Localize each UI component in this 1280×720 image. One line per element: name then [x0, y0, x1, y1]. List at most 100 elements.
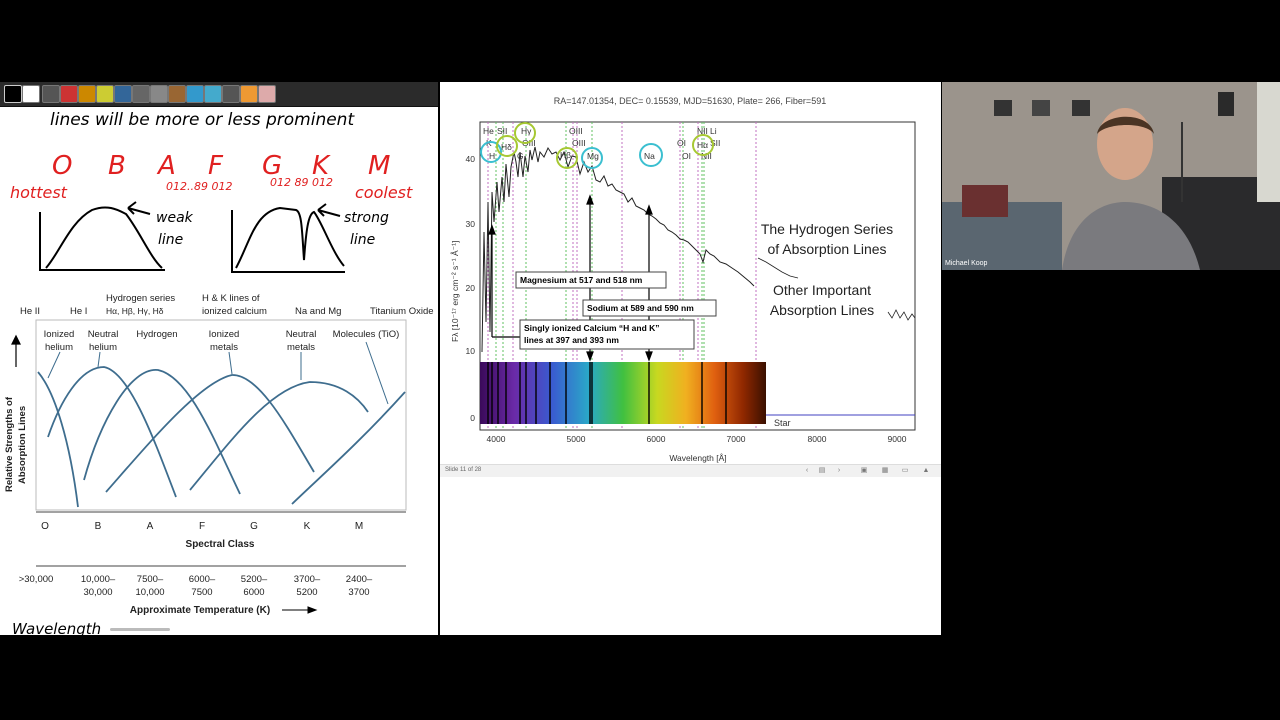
y-tick-20: 20: [466, 283, 476, 293]
star-label: Star: [774, 418, 791, 428]
letter-b: B: [108, 151, 126, 181]
weak-line-label: line: [158, 232, 183, 248]
spectrum-x-ticks: 4000 5000 6000 7000 8000 9000: [487, 434, 907, 444]
curve-label-ionized-he-2: helium: [45, 342, 73, 353]
normal-view-icon[interactable]: ▣: [860, 467, 868, 475]
x-tick-4000: 4000: [487, 434, 506, 444]
top-label-hseries: Hydrogen series: [106, 293, 175, 304]
y-tick-0: 0: [470, 413, 475, 423]
spectrum-x-label: Wavelength [Å]: [669, 453, 726, 463]
spectrum-y-ticks: 0 10 20 30 40: [466, 154, 476, 423]
cutoff-note: Wavelength: [12, 620, 101, 635]
notes-top-text: lines will be more or less prominent: [50, 110, 355, 130]
id-h: H: [489, 151, 495, 161]
notes-panel[interactable]: lines will be more or less prominent O B…: [0, 82, 438, 635]
slide-status-bar: Slide 11 of 28 ‹ ▤ › ▣ ▦ ▭ ▲: [440, 464, 941, 477]
temp-b-bottom: 30,000: [83, 587, 112, 598]
absorption-chart: He II He I Hydrogen series Hα, Hβ, Hγ, H…: [20, 293, 434, 317]
y-axis-label-2: Absorption Lines: [17, 406, 28, 484]
class-a: A: [147, 521, 154, 532]
class-m: M: [355, 521, 363, 532]
x-tick-9000: 9000: [888, 434, 907, 444]
class-f: F: [199, 521, 205, 532]
webcam-feed: Michael Koop: [942, 82, 1280, 270]
subclass-note-b: 012 89 012: [270, 176, 333, 189]
id-mg: Mg: [587, 151, 599, 161]
next-slide-icon[interactable]: ›: [835, 467, 843, 475]
temperature-arrow: [282, 606, 318, 614]
weak-line-sketch: [39, 201, 165, 271]
temp-k-top: 3700–: [294, 574, 321, 585]
temp-g-top: 5200–: [241, 574, 268, 585]
curve-label-neutral-he-1: Neutral: [88, 329, 119, 340]
y-axis-arrow: [11, 334, 21, 367]
other-lines-note-1: Other Important: [773, 282, 871, 298]
spectrum-header: RA=147.01354, DEC= 0.15539, MJD=51630, P…: [554, 96, 826, 106]
id-hgamma: Hγ: [521, 126, 532, 136]
temp-o-top: >30,000: [19, 574, 54, 585]
curve-label-ionized-metals-1: Ionized: [209, 329, 240, 340]
temp-m-top: 2400–: [346, 574, 373, 585]
top-label-hseries-sub: Hα, Hβ, Hγ, Hδ: [106, 306, 164, 316]
callout-ca-1: Singly ionized Calcium “H and K”: [524, 323, 660, 333]
participant-name: Michael Koop: [945, 260, 988, 267]
slide-indicator: Slide 11 of 28: [445, 467, 482, 473]
curve-label-neutral-metals-2: metals: [287, 342, 315, 353]
temp-a-bottom: 10,000: [135, 587, 164, 598]
temp-b-top: 10,000–: [81, 574, 116, 585]
scrollbar-thumb[interactable]: [110, 628, 170, 631]
top-label-he1: He I: [70, 306, 87, 317]
slide-sorter-icon[interactable]: ▦: [881, 467, 889, 475]
temp-g-bottom: 6000: [243, 587, 264, 598]
hottest-label: hottest: [10, 183, 68, 202]
curve-label-ionized-he-1: Ionized: [44, 329, 75, 340]
letter-o: O: [52, 151, 72, 181]
spectrum-slide: RA=147.01354, DEC= 0.15539, MJD=51630, P…: [450, 96, 916, 463]
id-he: He: [483, 126, 494, 136]
temperature-label: Approximate Temperature (K): [130, 605, 270, 616]
curve-label-ionized-metals-2: metals: [210, 342, 238, 353]
callout-mg: Magnesium at 517 and 518 nm: [520, 275, 643, 285]
id-hdelta: Hδ: [501, 142, 512, 152]
hydrogen-series-note-2: of Absorption Lines: [767, 241, 886, 257]
class-ticks: O B A F G K M: [41, 521, 363, 532]
coolest-label: coolest: [355, 183, 413, 202]
y-tick-10: 10: [466, 346, 476, 356]
temp-m-bottom: 3700: [348, 587, 369, 598]
other-lines-note-2: Absorption Lines: [770, 302, 874, 318]
class-k: K: [304, 521, 311, 532]
callout-ca-2: lines at 397 and 393 nm: [524, 335, 619, 345]
class-g: G: [250, 521, 258, 532]
hydrogen-series-note-1: The Hydrogen Series: [761, 221, 893, 237]
id-hbeta: Hβ: [560, 150, 571, 160]
curve-label-neutral-he-2: helium: [89, 342, 117, 353]
class-o: O: [41, 521, 49, 532]
id-sii-top: SII: [497, 126, 507, 136]
y-axis-label-1: Relative Strengths of: [4, 396, 15, 492]
prev-slide-icon[interactable]: ‹: [803, 467, 811, 475]
top-label-hk-sub: ionized calcium: [202, 306, 267, 317]
temp-f-top: 6000–: [189, 574, 216, 585]
strong-line-sketch: [231, 203, 345, 273]
id-oi-low: OI: [682, 151, 691, 161]
webcam-scene: [942, 82, 1280, 270]
spectral-letters: O B A F G K M: [52, 151, 390, 181]
temp-k-bottom: 5200: [296, 587, 317, 598]
id-oiii-top: OIII: [569, 126, 583, 136]
notes-icon[interactable]: ▤: [818, 467, 826, 475]
top-label-he2: He II: [20, 306, 40, 317]
top-label-hk: H & K lines of: [202, 293, 260, 304]
spectral-class-label: Spectral Class: [186, 539, 255, 550]
x-tick-5000: 5000: [567, 434, 586, 444]
slideshow-icon[interactable]: ▲: [922, 467, 930, 475]
class-b: B: [95, 521, 102, 532]
id-na: Na: [644, 151, 655, 161]
reading-view-icon[interactable]: ▭: [901, 467, 909, 475]
id-li: Li: [710, 126, 717, 136]
slide-panel[interactable]: RA=147.01354, DEC= 0.15539, MJD=51630, P…: [440, 82, 941, 635]
temp-a-top: 7500–: [137, 574, 164, 585]
top-label-tio: Titanium Oxide: [370, 306, 434, 317]
y-tick-30: 30: [466, 219, 476, 229]
callout-na: Sodium at 589 and 590 nm: [587, 303, 694, 313]
letter-f: F: [208, 151, 224, 181]
